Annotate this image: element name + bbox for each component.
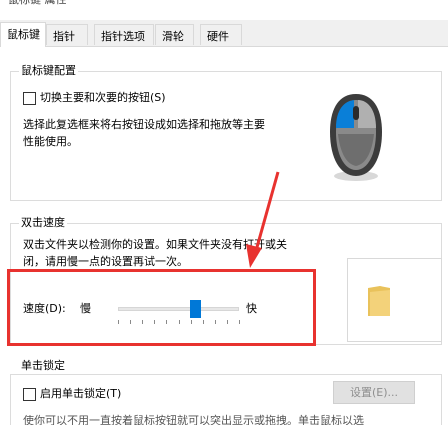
- window-title: 鼠标键 属性: [8, 0, 67, 8]
- speed-slider-track[interactable]: [118, 307, 239, 311]
- tab-pointers[interactable]: 指针: [46, 24, 88, 45]
- tab-label: 指针: [53, 30, 75, 43]
- speed-slider-tick: [142, 320, 144, 324]
- speed-slider-tick: [190, 320, 192, 324]
- folder-icon[interactable]: [366, 284, 392, 318]
- speed-slider-tick: [214, 320, 216, 324]
- tab-strip: 鼠标键 指针 指针选项 滑轮 硬件: [0, 20, 448, 47]
- tab-label: 指针选项: [101, 30, 145, 43]
- speed-slider-tick: [130, 320, 132, 324]
- mouse-image: [330, 94, 382, 181]
- speed-slider-tick: [239, 320, 240, 324]
- tab-label: 滑轮: [162, 30, 184, 43]
- fast-label: 快: [246, 302, 257, 315]
- folder-test-area[interactable]: [347, 258, 442, 342]
- tab-hardware[interactable]: 硬件: [200, 24, 242, 45]
- speed-slider-tick: [154, 320, 156, 324]
- window-title-bar: 鼠标键 属性: [0, 0, 448, 20]
- speed-slider-thumb[interactable]: [189, 300, 201, 318]
- click-lock-title: 单击锁定: [19, 357, 67, 374]
- tab-buttons[interactable]: 鼠标键: [0, 22, 46, 47]
- speed-slider-tick: [118, 320, 119, 324]
- double-click-title: 双击速度: [19, 214, 67, 231]
- swap-buttons-label[interactable]: 切换主要和次要的按钮(S): [40, 89, 166, 106]
- speed-slider-tick: [226, 320, 228, 324]
- speed-label: 速度(D):: [23, 302, 66, 315]
- speed-slider-tick: [166, 320, 168, 324]
- click-lock-description: 使你可以不用一直按着鼠标按钮就可以突出显示或拖拽。单击鼠标以选: [23, 414, 364, 425]
- click-lock-label[interactable]: 启用单击锁定(T): [40, 385, 121, 402]
- tab-wheel[interactable]: 滑轮: [155, 24, 194, 45]
- swap-buttons-checkbox[interactable]: [23, 92, 36, 105]
- click-lock-settings-button[interactable]: 设置(E)...: [333, 381, 415, 404]
- swap-description-cont: 性能使用。: [23, 135, 78, 148]
- speed-slider-tick: [202, 320, 204, 324]
- tab-label: 硬件: [207, 30, 229, 43]
- button-config-title: 鼠标键配置: [19, 62, 78, 79]
- tab-pointer-options[interactable]: 指针选项: [94, 24, 154, 45]
- double-click-description-cont: 闭，请用慢一点的设置再试一次。: [23, 255, 188, 268]
- slow-label: 慢: [80, 302, 91, 315]
- click-lock-checkbox[interactable]: [23, 388, 36, 401]
- speed-slider-tick: [178, 320, 180, 324]
- swap-description: 选择此复选框来将右按钮设成如选择和拖放等主要: [23, 118, 265, 131]
- tab-label: 鼠标键: [7, 28, 40, 41]
- annotation-arrow: [246, 171, 280, 268]
